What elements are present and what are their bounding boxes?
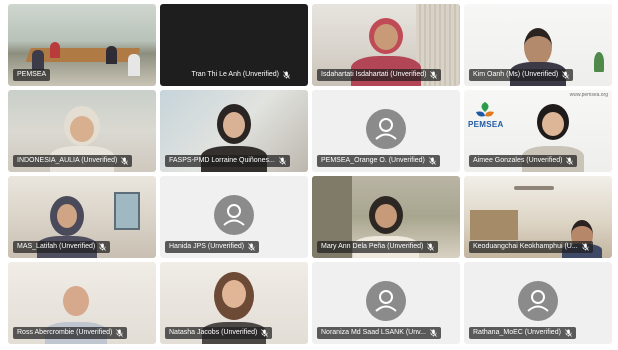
participant-tile[interactable]: Kim Oanh (Ms) (Unverified) — [464, 4, 612, 86]
participant-face — [541, 112, 564, 136]
mic-muted-icon — [430, 329, 437, 337]
participant-name: INDONESIA_AULIA (Unverified) — [17, 157, 118, 164]
participant-tile[interactable]: PEMSEA_Orange O. (Unverified) — [312, 90, 460, 172]
participant-name: PEMSEA — [17, 71, 47, 78]
wall-cabinet — [470, 210, 518, 240]
video-grid: PEMSEA Tran Thi Le Anh (Unverified) Isda… — [8, 4, 612, 346]
participant-tile[interactable]: Natasha Jacobs (Unverified) — [160, 262, 308, 344]
participant-tile[interactable]: Tran Thi Le Anh (Unverified) — [160, 4, 308, 86]
participant-name-tag: INDONESIA_AULIA (Unverified) — [13, 155, 133, 167]
participant-tile[interactable]: Isdahartati Isdahartati (Unverified) — [312, 4, 460, 86]
participant-tile[interactable]: Noraniza Md Saad LSANK (Unv... — [312, 262, 460, 344]
participant-name-tag: Tran Thi Le Anh (Unverified) — [187, 69, 294, 81]
participant-tile[interactable]: www.pemsea.org PEMSEA Aimee Gonzales (Un… — [464, 90, 612, 172]
participant-tile[interactable]: INDONESIA_AULIA (Unverified) — [8, 90, 156, 172]
mic-muted-icon — [427, 243, 435, 251]
participant-name-tag: Ross Abercrombie (Unverified) — [13, 327, 128, 339]
participant-name: Tran Thi Le Anh (Unverified) — [191, 71, 279, 78]
participant-name: Ross Abercrombie (Unverified) — [17, 329, 113, 336]
participant-face — [222, 280, 246, 308]
user-avatar-icon — [366, 109, 406, 149]
website-url: www.pemsea.org — [569, 92, 608, 98]
participant-name-tag: Isdahartati Isdahartati (Unverified) — [317, 69, 442, 81]
mic-muted-icon — [430, 71, 438, 79]
participant-name-tag: Natasha Jacobs (Unverified) — [165, 327, 273, 339]
participant-name: Natasha Jacobs (Unverified) — [169, 329, 258, 336]
participant-face — [374, 24, 398, 50]
pemsea-logo-text: PEMSEA — [468, 120, 504, 129]
mic-muted-icon — [283, 71, 290, 79]
participant-name-tag: Noraniza Md Saad LSANK (Unv... — [317, 327, 441, 339]
attendee-figure — [50, 42, 60, 58]
mic-muted-icon — [99, 243, 107, 251]
mic-muted-icon — [565, 329, 572, 337]
attendee-figure — [106, 46, 117, 64]
mic-muted-icon — [121, 157, 129, 165]
mic-muted-icon — [248, 243, 255, 251]
participant-name-tag: Kim Oanh (Ms) (Unverified) — [469, 69, 574, 81]
participant-name-tag: Aimee Gonzales (Unverified) — [469, 155, 578, 167]
participant-name-tag: PEMSEA — [13, 69, 51, 81]
participant-face — [223, 112, 245, 138]
mic-muted-icon — [261, 329, 269, 337]
participant-face — [57, 204, 78, 228]
attendee-figure — [128, 54, 140, 76]
mic-muted-icon — [429, 157, 436, 165]
participant-name: Kim Oanh (Ms) (Unverified) — [473, 71, 559, 78]
wall-equipment — [114, 192, 140, 230]
participant-name-tag: PEMSEA_Orange O. (Unverified) — [317, 155, 440, 167]
participant-name: Aimee Gonzales (Unverified) — [473, 157, 563, 164]
participant-name: FASPS-PMD Lorraine Quiñones... — [169, 157, 275, 164]
mic-muted-icon — [562, 71, 570, 79]
participant-tile[interactable]: Ross Abercrombie (Unverified) — [8, 262, 156, 344]
participant-tile[interactable]: MAS_Latifah (Unverified) — [8, 176, 156, 258]
participant-name-tag: Mary Ann Dela Peña (Unverified) — [317, 241, 439, 253]
participant-name-tag: Keoduangchai Keokhamphui (U... — [469, 241, 593, 253]
participant-name: Mary Ann Dela Peña (Unverified) — [321, 243, 424, 250]
participant-name: PEMSEA_Orange O. (Unverified) — [321, 157, 425, 164]
participant-name: MAS_Latifah (Unverified) — [17, 243, 96, 250]
participant-name: Rathana_MoEC (Unverified) — [473, 329, 561, 336]
participant-name-tag: MAS_Latifah (Unverified) — [13, 241, 111, 253]
participant-name-tag: FASPS-PMD Lorraine Quiñones... — [165, 155, 290, 167]
participant-name: Isdahartati Isdahartati (Unverified) — [321, 71, 427, 78]
user-avatar-icon — [214, 195, 254, 235]
participant-head — [63, 286, 90, 316]
user-avatar-icon — [518, 281, 558, 321]
participant-tile[interactable]: Hanida JPS (Unverified) — [160, 176, 308, 258]
participant-tile[interactable]: Rathana_MoEC (Unverified) — [464, 262, 612, 344]
participant-name: Keoduangchai Keokhamphui (U... — [473, 243, 578, 250]
participant-name-tag: Rathana_MoEC (Unverified) — [469, 327, 576, 339]
attendee-figure — [32, 50, 44, 70]
participant-tile[interactable]: Keoduangchai Keokhamphui (U... — [464, 176, 612, 258]
ceiling-fan — [514, 186, 554, 190]
participant-face — [70, 116, 94, 142]
participant-name: Noraniza Md Saad LSANK (Unv... — [321, 329, 426, 336]
participant-name-tag: Hanida JPS (Unverified) — [165, 241, 260, 253]
mic-muted-icon — [566, 157, 574, 165]
plant — [594, 52, 604, 72]
participant-face — [375, 204, 397, 228]
participant-tile[interactable]: PEMSEA — [8, 4, 156, 86]
user-avatar-icon — [366, 281, 406, 321]
mic-muted-icon — [581, 243, 589, 251]
mic-muted-icon — [279, 157, 286, 165]
participant-name: Hanida JPS (Unverified) — [169, 243, 245, 250]
mic-muted-icon — [116, 329, 124, 337]
participant-head — [524, 28, 552, 66]
participant-tile[interactable]: Mary Ann Dela Peña (Unverified) — [312, 176, 460, 258]
participant-tile[interactable]: FASPS-PMD Lorraine Quiñones... — [160, 90, 308, 172]
